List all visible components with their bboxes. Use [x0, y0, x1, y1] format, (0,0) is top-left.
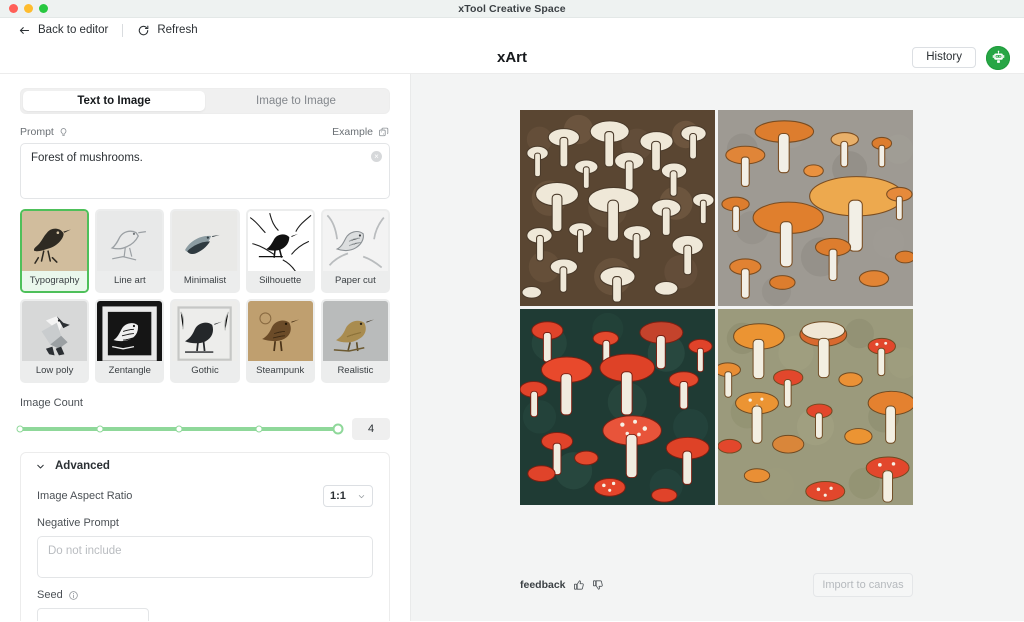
aspect-ratio-select[interactable]: 1:1 [323, 485, 373, 507]
advanced-section: Advanced Image Aspect Ratio 1:1 Negative… [20, 452, 390, 621]
result-image-4[interactable] [718, 309, 913, 505]
aspect-ratio-value: 1:1 [330, 490, 346, 502]
style-tile-silhouette[interactable]: Silhouette [245, 209, 315, 293]
advanced-body: Image Aspect Ratio 1:1 Negative Prompt D… [21, 479, 389, 621]
style-tile-low-poly[interactable]: Low poly [20, 299, 90, 383]
back-to-editor-button[interactable]: Back to editor [18, 24, 108, 37]
style-tile-gothic[interactable]: Gothic [170, 299, 240, 383]
seed-label: Seed [37, 589, 63, 601]
style-thumb-minimalist [172, 211, 238, 271]
style-label-low-poly: Low poly [22, 361, 88, 381]
style-label-gothic: Gothic [172, 361, 238, 381]
refresh-button[interactable]: Refresh [137, 24, 198, 37]
style-thumb-typography [22, 211, 88, 271]
style-thumb-paper-cut [322, 211, 388, 271]
prompt-label: Prompt [20, 126, 54, 138]
chevron-down-icon [357, 492, 366, 501]
slider-mark-1[interactable] [16, 425, 24, 433]
style-tile-realistic[interactable]: Realistic [320, 299, 390, 383]
results-footer: feedback Import to canvas [520, 573, 913, 597]
style-thumb-line-art [97, 211, 163, 271]
page-header: xArt History [0, 42, 1024, 74]
back-to-editor-label: Back to editor [38, 24, 109, 36]
aspect-ratio-label: Image Aspect Ratio [37, 490, 133, 502]
style-thumb-steampunk [247, 301, 313, 361]
page-title: xArt [496, 49, 527, 66]
mode-tabs: Text to Image Image to Image [20, 88, 390, 114]
results-panel: feedback Import to canvas [410, 74, 1024, 621]
feedback-label: feedback [520, 579, 566, 591]
advanced-title: Advanced [55, 460, 110, 472]
negative-prompt-label: Negative Prompt [37, 517, 119, 529]
window-title: xTool Creative Space [458, 2, 566, 15]
refresh-icon [137, 24, 150, 37]
advanced-toggle[interactable]: Advanced [21, 453, 389, 479]
result-image-1[interactable] [520, 110, 715, 306]
slider-mark-4[interactable] [255, 425, 262, 433]
clear-prompt-icon[interactable]: × [371, 151, 382, 162]
style-tile-typography[interactable]: Typography [20, 209, 90, 293]
prompt-header: Prompt Example [20, 126, 390, 138]
style-label-typography: Typography [22, 271, 88, 291]
slider-mark-2[interactable] [96, 425, 103, 433]
chevron-down-icon [35, 461, 46, 472]
tab-text-to-image[interactable]: Text to Image [23, 91, 205, 111]
style-tile-paper-cut[interactable]: Paper cut [320, 209, 390, 293]
seed-input[interactable] [37, 608, 149, 621]
thumbs-up-icon[interactable] [573, 579, 585, 591]
result-image-2[interactable] [718, 110, 913, 306]
image-count-label: Image Count [20, 397, 83, 409]
slider-handle[interactable] [332, 423, 344, 435]
style-tile-line-art[interactable]: Line art [95, 209, 165, 293]
style-thumb-realistic [322, 301, 388, 361]
style-label-silhouette: Silhouette [247, 271, 313, 291]
results-grid [520, 110, 913, 505]
lightbulb-icon[interactable] [58, 127, 69, 138]
style-tile-minimalist[interactable]: Minimalist [170, 209, 240, 293]
style-thumb-silhouette [247, 211, 313, 271]
window-titlebar: xTool Creative Space [0, 0, 1024, 18]
arrow-left-icon [18, 24, 31, 37]
app-body: Text to Image Image to Image Prompt Exam… [0, 74, 1024, 621]
info-icon[interactable] [68, 590, 79, 601]
slider-mark-3[interactable] [175, 425, 183, 433]
style-label-paper-cut: Paper cut [322, 271, 388, 291]
style-thumb-zentangle [97, 301, 163, 361]
style-grid: Typography Line art Minimalist Silhouett… [20, 209, 390, 383]
style-label-minimalist: Minimalist [172, 271, 238, 291]
result-image-3[interactable] [520, 309, 715, 505]
seed-row: Seed [37, 589, 373, 601]
image-count-slider-row: 4 [16, 418, 390, 440]
prompt-input[interactable]: Forest of mushrooms. × [20, 143, 390, 199]
toolbar-divider [122, 23, 124, 37]
control-panel: Text to Image Image to Image Prompt Exam… [0, 74, 410, 621]
aspect-ratio-row: Image Aspect Ratio 1:1 [37, 485, 373, 507]
thumbs-down-icon[interactable] [592, 579, 604, 591]
image-count-value: 4 [352, 418, 390, 440]
dice-icon [378, 126, 390, 138]
style-label-line-art: Line art [97, 271, 163, 291]
prompt-example-button[interactable]: Example [332, 126, 390, 138]
prompt-label-group: Prompt [20, 126, 69, 138]
negative-prompt-input[interactable]: Do not include [37, 536, 373, 578]
style-thumb-gothic [172, 301, 238, 361]
style-tile-zentangle[interactable]: Zentangle [95, 299, 165, 383]
feedback-group: feedback [520, 579, 604, 591]
prompt-value: Forest of mushrooms. [31, 152, 143, 164]
style-tile-steampunk[interactable]: Steampunk [245, 299, 315, 383]
style-label-zentangle: Zentangle [97, 361, 163, 381]
refresh-label: Refresh [157, 24, 198, 36]
app-toolbar: Back to editor Refresh [0, 18, 1024, 42]
tab-image-to-image[interactable]: Image to Image [205, 91, 387, 111]
style-label-steampunk: Steampunk [247, 361, 313, 381]
prompt-example-label: Example [332, 126, 373, 138]
import-to-canvas-button[interactable]: Import to canvas [813, 573, 913, 597]
image-count-slider[interactable] [16, 423, 344, 435]
style-label-realistic: Realistic [322, 361, 388, 381]
style-thumb-low-poly [22, 301, 88, 361]
